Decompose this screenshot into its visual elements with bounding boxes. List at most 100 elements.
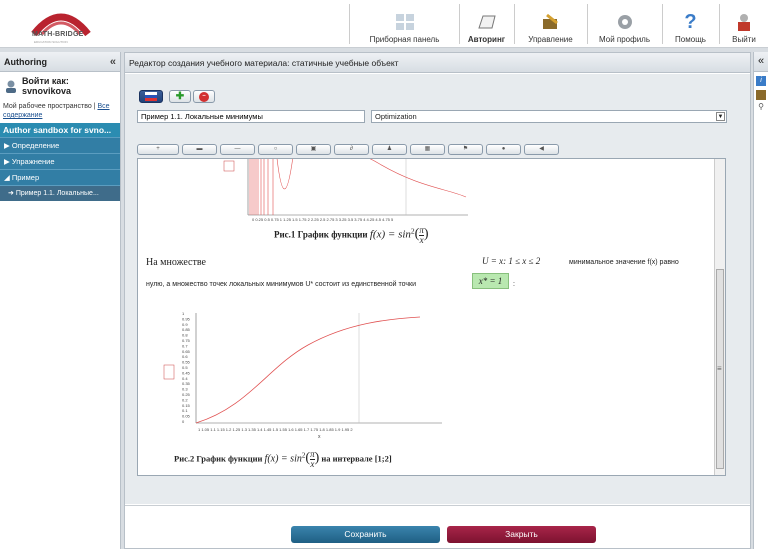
arrow-icon: ◀ (539, 146, 544, 152)
language-flag-button[interactable] (139, 90, 163, 103)
figure1-caption-text: Рис.1 График функции (274, 229, 368, 240)
add-button[interactable]: ✚ (169, 90, 191, 103)
logout-icon (734, 12, 754, 32)
y-tick-label: 0.05 (182, 414, 191, 419)
nav-profile[interactable]: Мой профиль (587, 4, 661, 44)
y-tick-label: 0.4 (182, 376, 188, 381)
y-tick-label: 0.85 (182, 327, 191, 332)
formula-icon: ∂ (350, 146, 353, 152)
figure2-xlabel: x (318, 434, 321, 440)
tree-item-label: Пример (11, 173, 40, 182)
grip-icon: ≡ (717, 364, 722, 373)
logo-text: MATH-BRIDGE (32, 31, 84, 38)
y-tick-label: 0.95 (182, 316, 191, 321)
y-tick-label: 0.75 (182, 338, 191, 343)
tree-item-label: Упражнение (11, 157, 55, 166)
tree-item-label: Определение (11, 141, 60, 150)
tree-item-selected[interactable]: ➜ Пример 1.1. Локальные... (0, 185, 120, 201)
y-tick-label: 0.45 (182, 370, 191, 375)
y-tick-label: 0.65 (182, 349, 191, 354)
workspace-label: Мой рабочее пространство | (3, 103, 96, 110)
toolbar-box-button[interactable]: ▣ (296, 144, 331, 155)
figure1-formula: f(x) = sin (369, 228, 411, 241)
toolbar-user-button[interactable]: ♟ (372, 144, 407, 155)
login-text: Войти как: svnovikova (21, 76, 71, 96)
authoring-panel-header: Authoring « (0, 52, 120, 72)
remove-button[interactable]: – (193, 90, 215, 103)
authoring-icon (477, 12, 497, 32)
plus-icon: ✚ (175, 91, 185, 102)
y-tick-label: 0.8 (182, 333, 188, 338)
scrollbar-thumb[interactable]: ≡ (716, 269, 724, 469)
y-tick-label: 0.55 (182, 360, 191, 365)
editor-panel: Редактор создания учебного материала: ст… (124, 52, 751, 549)
box-icon: ▣ (310, 146, 317, 152)
user-icon (6, 80, 16, 93)
figure1-plot: 0 0.25 0.5 0.75 1 1.25 1.5 1.75 2 2.25 2… (223, 159, 468, 222)
profile-gear-icon (615, 12, 635, 32)
toolbar-pin-button[interactable]: ● (486, 144, 521, 155)
toolbar-shape-button[interactable]: ○ (258, 144, 293, 155)
collapse-right-icon[interactable]: « (754, 52, 768, 72)
topic-value: Optimization (375, 112, 417, 121)
figure1-caption: Рис.1 График функции f(x) = sin2(π x) (274, 226, 429, 245)
info-icon[interactable]: i (756, 76, 766, 86)
figure2-paren-close: ) (314, 450, 320, 466)
nav-logout[interactable]: Выйти (719, 4, 768, 44)
y-tick-label: 0.3 (182, 387, 188, 392)
figure2-caption: Рис.2 График функции f(x) = sin2(π x) на … (174, 450, 392, 469)
image-icon: ▬ (196, 146, 203, 152)
text-line2: нулю, а множество точек локальных миниму… (146, 281, 417, 288)
management-icon (541, 12, 561, 32)
nav-help-label: Помощь (675, 35, 706, 44)
save-button[interactable]: Сохранить (291, 526, 440, 543)
nav-authoring[interactable]: Авторинг (459, 4, 513, 44)
text-line1-left: На множестве (146, 257, 206, 268)
editor-scrollbar[interactable]: ≡ (714, 159, 725, 475)
tools-icon[interactable] (756, 90, 766, 100)
nav-dashboard-label: Приборная панель (369, 35, 440, 44)
toolbar-table-button[interactable]: ▦ (410, 144, 445, 155)
minus-icon: – (199, 92, 209, 102)
nav-help[interactable]: ? Помощь (662, 4, 718, 44)
close-button[interactable]: Закрыть (447, 526, 596, 543)
toolbar-line-button[interactable]: — (220, 144, 255, 155)
tree-item-label: Пример 1.1. Локальные... (15, 190, 99, 197)
collapse-left-icon[interactable]: « (110, 52, 116, 72)
y-tick-label: 1 (182, 311, 185, 316)
toolbar-formula-button[interactable]: ∂ (334, 144, 369, 155)
login-info: Войти как: svnovikova (0, 72, 120, 100)
math-bridge-logo (31, 13, 91, 37)
toolbar-image-button[interactable]: ▬ (182, 144, 217, 155)
authoring-panel-title: Authoring (4, 57, 47, 67)
content-editor[interactable]: 0 0.25 0.5 0.75 1 1.25 1.5 1.75 2 2.25 2… (137, 158, 726, 476)
editor-body: ✚ – Optimization ▼ + ▬ — ○ ▣ ∂ ♟ ▦ ⚑ ● ◀ (125, 74, 750, 504)
figure2-yticks: 10.950.90.850.80.750.70.650.60.550.50.45… (182, 311, 191, 424)
y-tick-label: 0.35 (182, 381, 191, 386)
y-tick-label: 0 (182, 419, 185, 424)
toolbar-arrow-button[interactable]: ◀ (524, 144, 559, 155)
line-icon: — (234, 146, 241, 152)
toolbar-plus-button[interactable]: + (137, 144, 179, 155)
authoring-panel: Authoring « Войти как: svnovikova Мой ра… (0, 52, 121, 549)
tree-item-definition[interactable]: ▶ Определение (0, 137, 120, 153)
flag-icon: ⚑ (462, 146, 469, 152)
title-input[interactable] (137, 110, 365, 123)
nav-dashboard[interactable]: Приборная панель (349, 4, 459, 44)
sandbox-title[interactable]: Author sandbox for svno... (0, 123, 120, 137)
nav-management-label: Управление (528, 35, 573, 44)
nav-management[interactable]: Управление (514, 4, 586, 44)
topic-select[interactable]: Optimization ▼ (371, 110, 727, 123)
highlight-solution[interactable]: x* = 1 (472, 273, 509, 289)
toolbar-flag-button[interactable]: ⚑ (448, 144, 483, 155)
tree-item-exercise[interactable]: ▶ Упражнение (0, 153, 120, 169)
flag-icon (145, 92, 157, 101)
editor-title: Редактор создания учебного материала: ст… (125, 53, 750, 73)
figure1-xticks: 0 0.25 0.5 0.75 1 1.25 1.5 1.75 2 2.25 2… (252, 217, 394, 222)
search-icon[interactable]: ⚲ (756, 102, 766, 112)
workspace-links: Мой рабочее пространство | Все содержани… (0, 100, 120, 120)
y-tick-label: 0.1 (182, 408, 188, 413)
tree-item-example[interactable]: ◢ Пример (0, 169, 120, 185)
y-tick-label: 0.25 (182, 392, 191, 397)
y-tick-label: 0.15 (182, 403, 191, 408)
